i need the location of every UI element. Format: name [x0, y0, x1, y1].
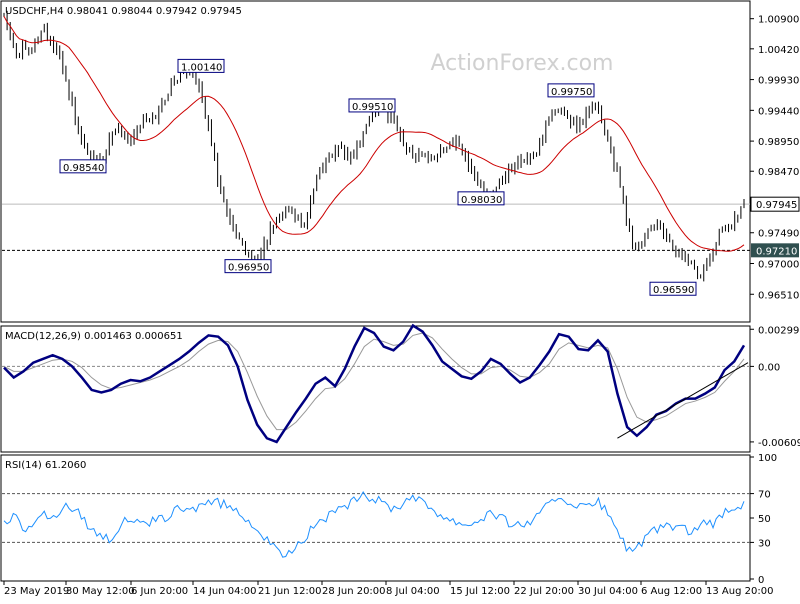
- macd-y-tick-label: 0.00: [758, 362, 780, 373]
- price-annotation-label: 0.99750: [551, 87, 592, 98]
- x-axis-tick-label: 6 Jun 20:00: [131, 586, 188, 597]
- chart-canvas: ActionForex.com USDCHF,H4 0.98041 0.9804…: [0, 0, 800, 600]
- x-axis-tick-label: 8 Jul 04:00: [386, 586, 440, 597]
- support-line-label: 0.97210: [756, 246, 797, 257]
- x-axis-tick-label: 14 Jun 04:00: [193, 586, 257, 597]
- price-y-tick-label: 0.98470: [758, 167, 799, 178]
- current-price-label: 0.97945: [756, 200, 797, 211]
- price-annotation-label: 0.98540: [63, 163, 104, 174]
- x-axis-tick-label: 6 Aug 12:00: [641, 586, 702, 597]
- x-axis-tick-label: 30 Jul 04:00: [578, 586, 638, 597]
- x-axis-tick-label: 22 Jul 20:00: [514, 586, 574, 597]
- rsi-y-tick-label: 100: [758, 453, 777, 464]
- x-axis-tick-label: 28 Jun 20:00: [322, 586, 386, 597]
- rsi-y-tick-label: 50: [758, 514, 771, 525]
- price-annotation-label: 0.96950: [228, 263, 269, 274]
- price-y-tick-label: 1.00900: [758, 15, 799, 26]
- price-y-tick-label: 0.97000: [758, 260, 799, 271]
- price-panel-title: USDCHF,H4 0.98041 0.98044 0.97942 0.9794…: [5, 6, 242, 17]
- x-axis-tick-label: 15 Jul 12:00: [450, 586, 510, 597]
- watermark: ActionForex.com: [431, 51, 614, 76]
- price-y-tick-label: 0.99440: [758, 106, 799, 117]
- price-annotation-label: 0.99510: [352, 102, 393, 113]
- price-y-tick-label: 0.96510: [758, 290, 799, 301]
- price-annotation-label: 0.96590: [653, 285, 694, 296]
- macd-y-tick-label: 0.002998: [758, 325, 800, 336]
- macd-panel-title: MACD(12,26,9) 0.001463 0.000651: [5, 331, 183, 342]
- x-axis-tick-label: 30 May 12:00: [66, 586, 135, 597]
- x-axis-tick-label: 13 Aug 20:00: [706, 586, 773, 597]
- rsi-y-tick-label: 70: [758, 490, 771, 501]
- price-y-tick-label: 1.00420: [758, 45, 799, 56]
- x-axis-tick-label: 23 May 2019: [4, 586, 69, 597]
- price-annotation-label: 0.98030: [461, 195, 502, 206]
- rsi-y-tick-label: 30: [758, 538, 771, 549]
- macd-y-tick-label: -0.006097: [758, 438, 800, 449]
- rsi-y-tick-label: 0: [758, 575, 764, 586]
- rsi-panel-title: RSI(14) 61.2060: [5, 460, 86, 471]
- x-axis-tick-label: 21 Jun 12:00: [258, 586, 322, 597]
- price-y-tick-label: 0.97490: [758, 229, 799, 240]
- chart-svg: ActionForex.com USDCHF,H4 0.98041 0.9804…: [0, 0, 800, 600]
- price-annotation-label: 1.00140: [181, 62, 222, 73]
- price-y-tick-label: 0.98950: [758, 137, 799, 148]
- price-y-tick-label: 0.99930: [758, 76, 799, 87]
